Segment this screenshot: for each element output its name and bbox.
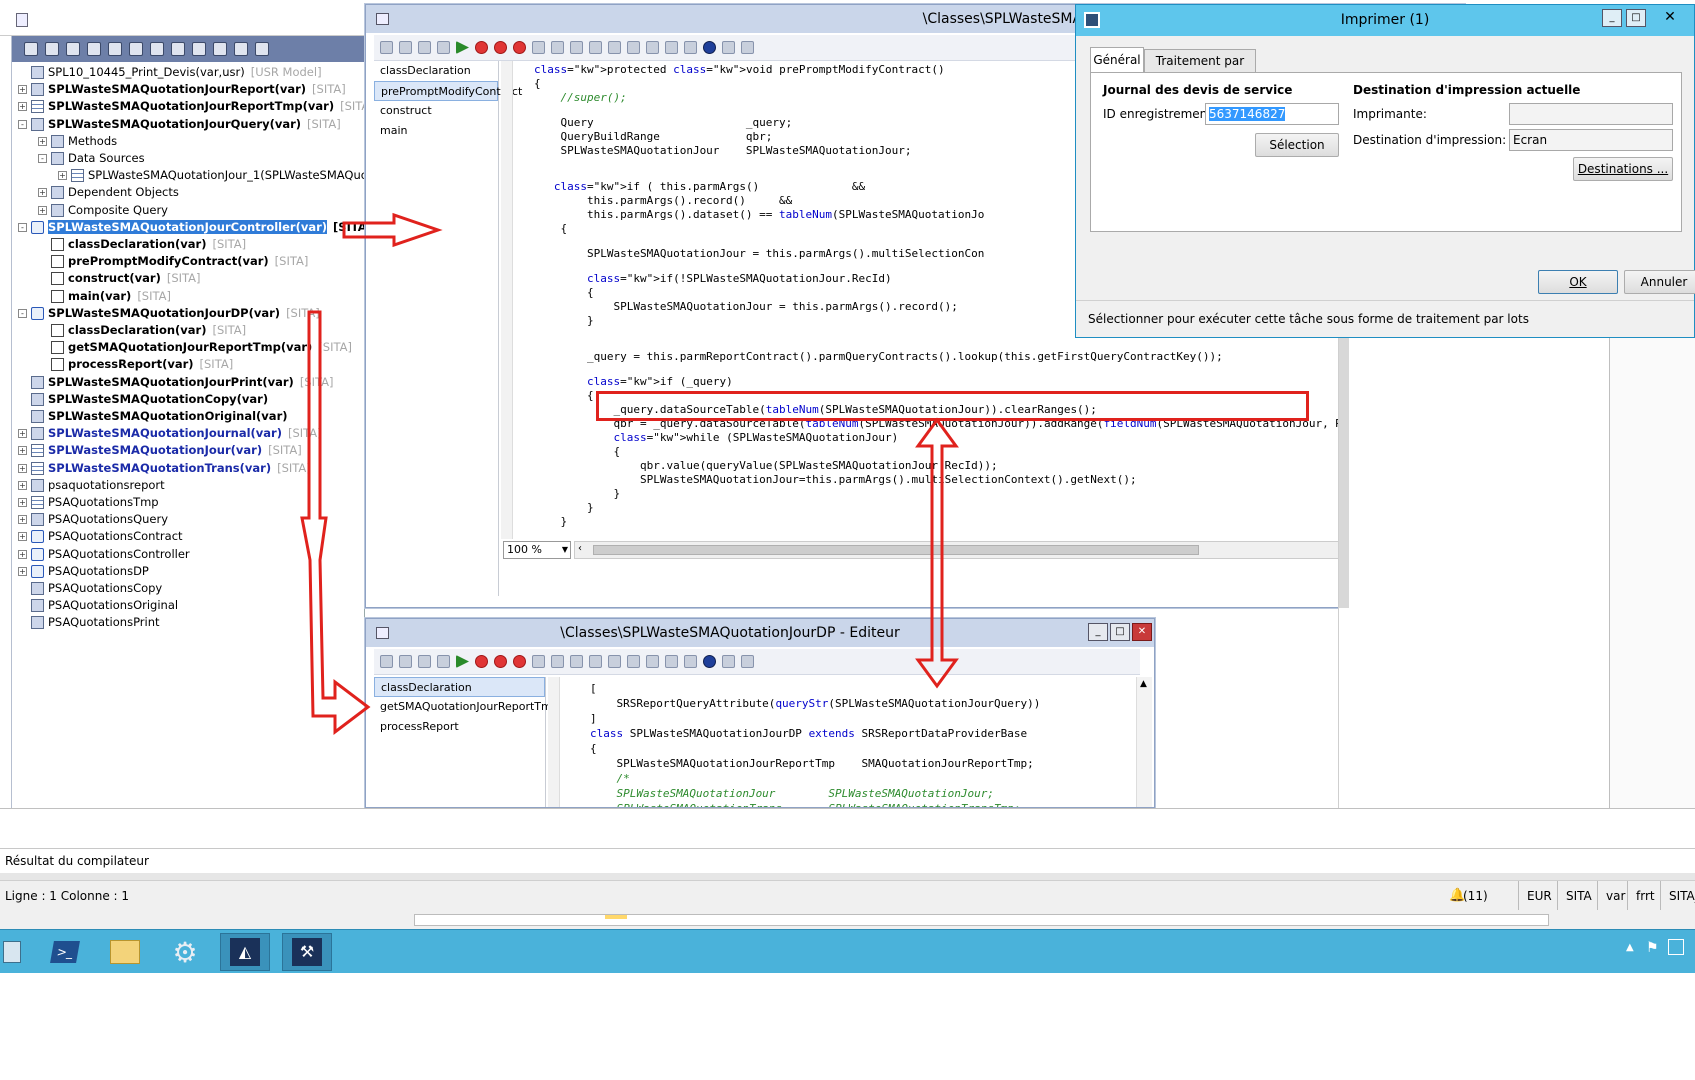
currency-indicator[interactable]: EUR <box>1518 881 1552 911</box>
splitter <box>0 873 1695 880</box>
cursor-position: Ligne : 1 Colonne : 1 <box>5 889 130 903</box>
gear-icon: ⚙ <box>172 935 198 969</box>
action-center-flag-icon[interactable]: ⚑ <box>1646 940 1659 956</box>
taskbar-settings[interactable]: ⚙ <box>160 933 210 971</box>
arrow-controller-right <box>342 212 443 248</box>
progress-strip <box>0 910 1695 929</box>
company-indicator[interactable]: SITA <box>1557 881 1592 911</box>
layer-indicator[interactable]: var <box>1597 881 1625 911</box>
language-indicator[interactable]: frrt <box>1627 881 1655 911</box>
arrow-double-vertical <box>915 417 959 689</box>
taskbar-server-manager[interactable] <box>0 933 24 971</box>
powershell-icon: >_ <box>50 941 80 963</box>
arrow-dp-down <box>300 310 371 736</box>
compiler-panel[interactable]: Résultat du compilateur <box>0 848 1695 873</box>
taskbar-dev-workspace[interactable]: ⚒ <box>282 933 332 971</box>
progress-marker <box>605 915 627 919</box>
status-bar: Ligne : 1 Colonne : 1 🔔 (11) EUR SITA va… <box>0 880 1695 911</box>
dynamics-ax-icon: ◭ <box>230 938 260 966</box>
model-indicator[interactable]: SITA_ <box>1660 881 1695 911</box>
notification-count[interactable]: (11) <box>1463 881 1488 911</box>
windows-taskbar: >_ ⚙ ◭ ⚒ ▲ ⚑ <box>0 929 1695 973</box>
dev-workspace-icon: ⚒ <box>292 938 322 966</box>
tray-expand-icon[interactable]: ▲ <box>1626 942 1634 953</box>
folder-icon <box>110 940 140 964</box>
taskbar-dynamics-ax[interactable]: ◭ <box>220 933 270 971</box>
server-manager-icon <box>3 941 21 963</box>
compiler-label: Résultat du compilateur <box>5 854 149 868</box>
network-icon[interactable] <box>1668 939 1684 955</box>
taskbar-explorer[interactable] <box>100 933 150 971</box>
taskbar-powershell[interactable]: >_ <box>40 933 90 971</box>
progress-track <box>414 914 1549 926</box>
compiler-separator <box>0 808 1695 848</box>
